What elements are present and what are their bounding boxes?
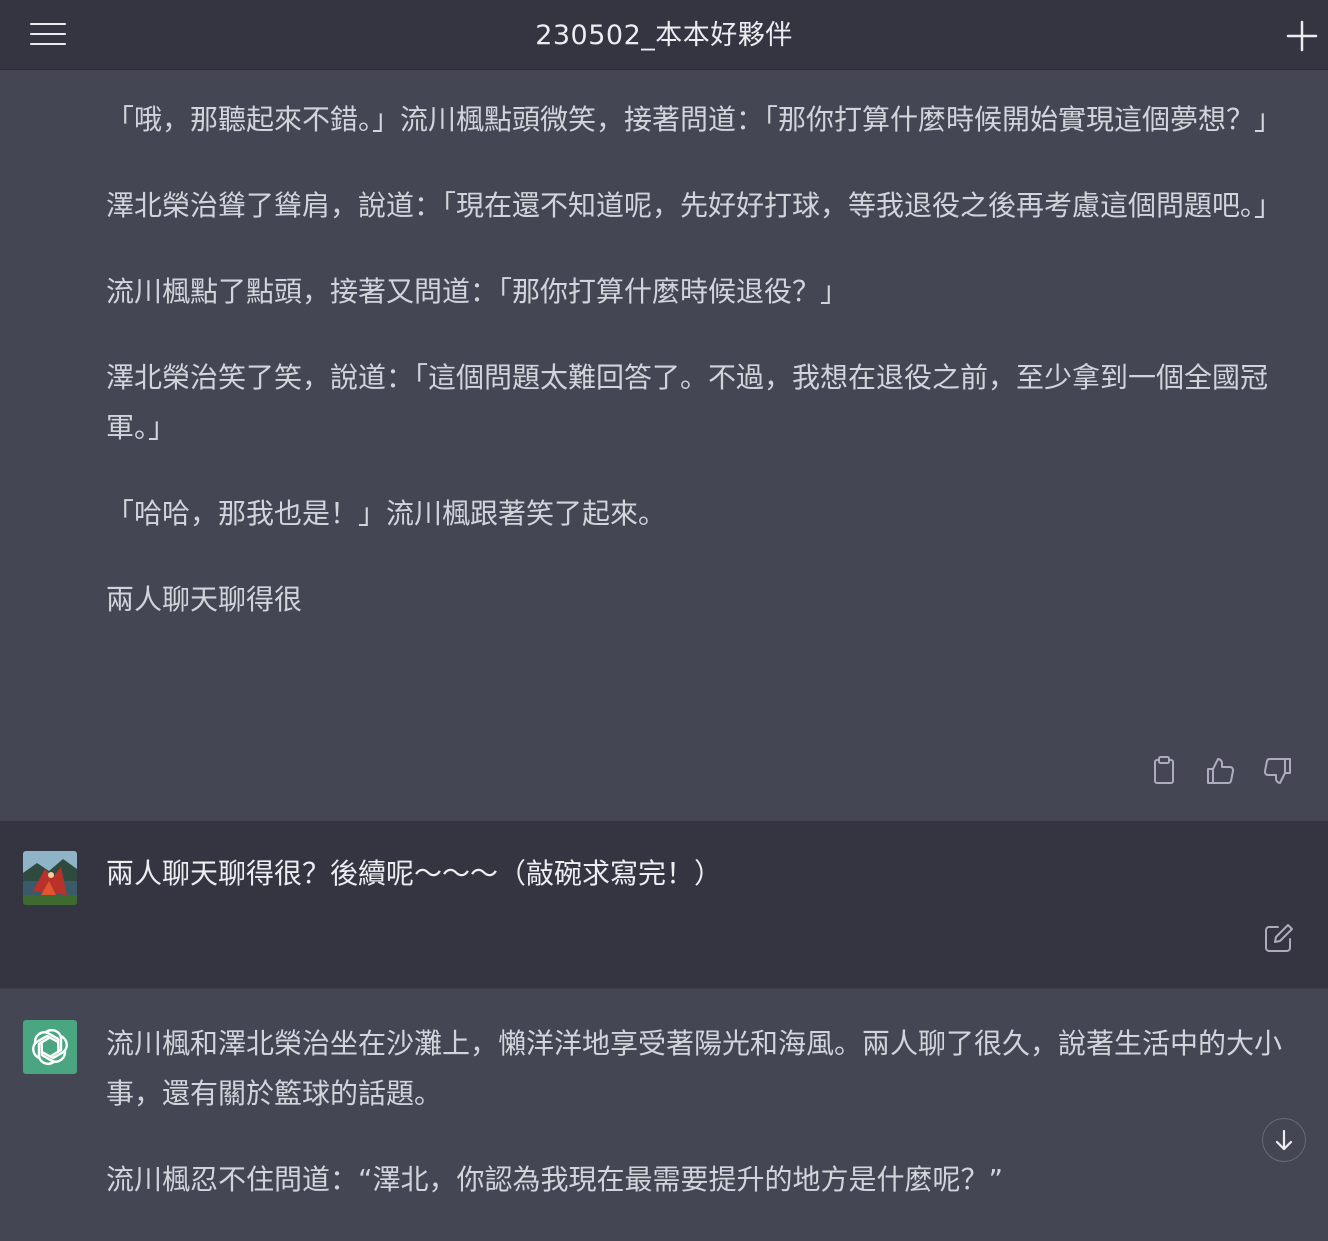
message-paragraph: 兩人聊天聊得很 xyxy=(106,583,303,616)
thumbs-down-icon[interactable] xyxy=(1261,754,1295,788)
message-paragraph: 流川楓忍不住問道：“澤北，你認為我現在最需要提升的地方是什麼呢？” xyxy=(106,1163,1004,1196)
message-content: 「哦，那聽起來不錯。」流川楓點頭微笑，接著問道：「那你打算什麼時候開始實現這個夢… xyxy=(106,95,1306,661)
user-message: 兩人聊天聊得很？後續呢～～～（敲碗求寫完！） xyxy=(0,821,1328,988)
openai-logo-icon xyxy=(23,1020,77,1074)
arrow-down-icon xyxy=(1275,1129,1293,1151)
message-paragraph: 「哈哈，那我也是！」流川楓跟著笑了起來。 xyxy=(106,497,667,530)
assistant-message: 流川楓和澤北榮治坐在沙灘上，懶洋洋地享受著陽光和海風。兩人聊了很久，說著生活中的… xyxy=(0,988,1328,1228)
thumbs-up-icon[interactable] xyxy=(1203,754,1237,788)
message-content: 流川楓和澤北榮治坐在沙灘上，懶洋洋地享受著陽光和海風。兩人聊了很久，說著生活中的… xyxy=(106,1019,1306,1241)
message-paragraph: 澤北榮治聳了聳肩，說道：「現在還不知道呢，先好好打球，等我退役之後再考慮這個問題… xyxy=(106,189,1283,222)
message-paragraph: 流川楓點了點頭，接著又問道：「那你打算什麼時候退役？」 xyxy=(106,275,849,308)
message-paragraph: 澤北榮治笑了笑，說道：「這個問題太難回答了。不過，我想在退役之前，至少拿到一個全… xyxy=(106,361,1269,444)
message-paragraph: 「哦，那聽起來不錯。」流川楓點頭微笑，接著問道：「那你打算什麼時候開始實現這個夢… xyxy=(106,103,1283,136)
message-paragraph: 流川楓和澤北榮治坐在沙灘上，懶洋洋地享受著陽光和海風。兩人聊了很久，說著生活中的… xyxy=(106,1027,1283,1110)
assistant-message: 「哦，那聽起來不錯。」流川楓點頭微笑，接著問道：「那你打算什麼時候開始實現這個夢… xyxy=(0,70,1328,821)
scroll-to-bottom-button[interactable] xyxy=(1262,1118,1306,1162)
edit-icon[interactable] xyxy=(1262,921,1296,955)
user-avatar xyxy=(23,851,77,905)
plus-icon[interactable] xyxy=(1284,18,1320,54)
user-message-text: 兩人聊天聊得很？後續呢～～～（敲碗求寫完！） xyxy=(106,857,723,890)
clipboard-icon[interactable] xyxy=(1147,754,1181,788)
top-bar: 230502_本本好夥伴 xyxy=(0,0,1328,70)
conversation-title: 230502_本本好夥伴 xyxy=(535,20,793,51)
